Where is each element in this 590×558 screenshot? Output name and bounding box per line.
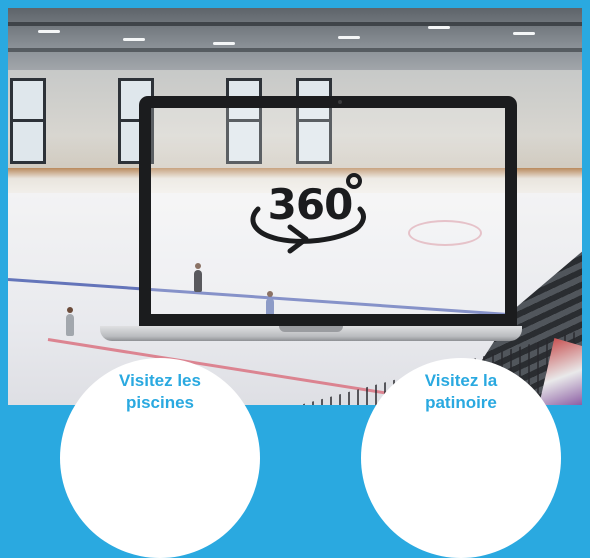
skater (66, 307, 74, 336)
ceiling-beam (8, 48, 582, 52)
ceiling-light (428, 26, 450, 29)
visit-pools-label-line1: Visitez les (119, 371, 201, 390)
ceiling-beam (8, 22, 582, 26)
arena-ceiling (8, 8, 582, 78)
arena-window (10, 78, 46, 164)
360-view-badge[interactable]: 360 (244, 171, 374, 263)
ceiling-light (213, 42, 235, 45)
ceiling-light (338, 36, 360, 39)
ceiling-light (123, 38, 145, 41)
rotate-360-arrow-icon (250, 173, 366, 254)
visit-rink-label-line2: patinoire (425, 393, 497, 412)
hero-banner: 360 (8, 8, 582, 405)
ceiling-light (513, 32, 535, 35)
laptop-base (100, 326, 522, 341)
laptop-notch (279, 326, 343, 332)
visit-pools-link[interactable]: Visitez les piscines (60, 358, 260, 558)
visit-rink-label-line1: Visitez la (424, 371, 498, 390)
visit-rink-link[interactable]: Visitez la patinoire (361, 358, 561, 558)
visit-pools-label-line2: piscines (125, 393, 195, 412)
laptop-camera (338, 100, 342, 104)
ceiling-light (38, 30, 60, 33)
